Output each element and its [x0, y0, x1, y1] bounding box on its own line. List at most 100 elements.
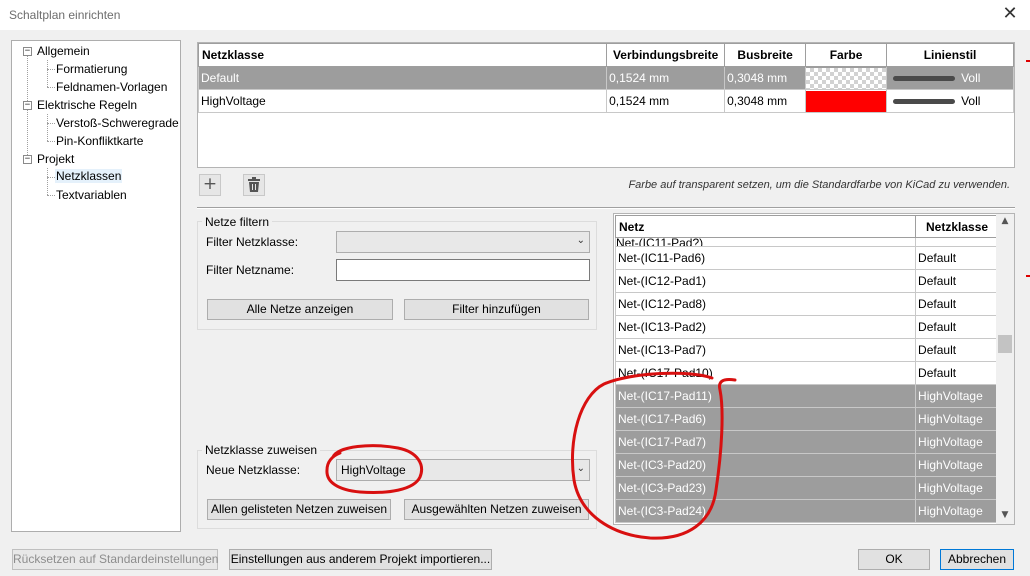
net-name[interactable]: Net-(IC3-Pad24) [614, 499, 917, 523]
chevron-down-icon: ⌄ [576, 235, 585, 246]
net-class[interactable]: HighVoltage [915, 499, 999, 523]
net-class[interactable]: Default [915, 269, 999, 293]
net-row[interactable]: Net-(IC3-Pad23) HighVoltage [614, 476, 999, 500]
line-style-cell[interactable]: Voll [886, 66, 1014, 90]
wire-width-cell[interactable]: 0,1524 mm [606, 66, 726, 90]
scroll-down-icon[interactable]: ▼ [996, 510, 1014, 524]
cancel-button[interactable]: Abbrechen [940, 549, 1014, 570]
net-row[interactable]: Net-(IC13-Pad7) Default [614, 338, 999, 362]
net-class[interactable]: Default [915, 246, 999, 270]
net-name[interactable]: Net-(IC12-Pad1) [614, 269, 917, 293]
import-settings-button[interactable]: Einstellungen aus anderem Projekt import… [229, 549, 492, 570]
add-netclass-button[interactable]: + [199, 174, 221, 196]
net-row[interactable]: Net-(IC17-Pad6) HighVoltage [614, 407, 999, 431]
net-name[interactable]: Net-(IC3-Pad20) [614, 453, 917, 477]
collapse-icon[interactable]: − [23, 47, 32, 56]
net-name[interactable]: Net-(IC11-Pad6) [614, 246, 917, 270]
net-class[interactable]: HighVoltage [915, 384, 999, 408]
net-row[interactable]: Net-(IC17-Pad11) HighVoltage [614, 384, 999, 408]
splitter[interactable] [197, 207, 1015, 209]
color-cell[interactable] [805, 89, 888, 113]
show-all-nets-button[interactable]: Alle Netze anzeigen [207, 299, 393, 320]
tree-item-netzklassen[interactable]: Netzklassen [55, 169, 123, 183]
net-row[interactable]: Net-(IC12-Pad8) Default [614, 292, 999, 316]
settings-tree[interactable]: − Allgemein Formatierung Feldnamen-Vorla… [11, 40, 181, 532]
scrollbar-thumb[interactable] [998, 335, 1012, 353]
delete-netclass-button[interactable] [243, 174, 265, 196]
tree-item-elektrische-regeln[interactable]: Elektrische Regeln [37, 98, 137, 112]
partial-net-cell: Net-(IC11-Pad?) [614, 237, 917, 247]
net-class[interactable]: Default [915, 361, 999, 385]
net-list-scrollbar[interactable]: ▲ ▼ [996, 214, 1014, 524]
assign-selected-nets-button[interactable]: Ausgewählten Netzen zuweisen [404, 499, 589, 520]
new-netclass-dropdown[interactable]: HighVoltage ⌄ [336, 459, 590, 481]
collapse-icon[interactable]: − [23, 101, 32, 110]
ok-button[interactable]: OK [858, 549, 930, 570]
net-row[interactable]: Net-(IC13-Pad2) Default [614, 315, 999, 339]
col-verbindungsbreite[interactable]: Verbindungsbreite [606, 43, 726, 67]
filter-netname-input[interactable] [336, 259, 590, 281]
tree-item-verstoss-schweregrade[interactable]: Verstoß-Schweregrade [56, 116, 179, 130]
net-name[interactable]: Net-(IC3-Pad23) [614, 476, 917, 500]
net-row[interactable]: Net-(IC12-Pad1) Default [614, 269, 999, 293]
color-hint: Farbe auf transparent setzen, um die Sta… [628, 179, 1010, 191]
netclass-name[interactable]: HighVoltage [197, 89, 608, 113]
netclass-grid[interactable]: Netzklasse Verbindungsbreite Busbreite F… [197, 42, 1015, 168]
col-netzklasse[interactable]: Netzklasse [197, 43, 608, 67]
col-linienstil[interactable]: Linienstil [886, 43, 1014, 67]
net-class[interactable]: HighVoltage [915, 453, 999, 477]
net-class[interactable]: Default [915, 338, 999, 362]
tree-item-projekt[interactable]: Projekt [37, 152, 74, 166]
netclass-row[interactable]: Default 0,1524 mm 0,3048 mm Voll [197, 66, 1014, 90]
net-class[interactable]: Default [915, 315, 999, 339]
netclass-name[interactable]: Default [197, 66, 608, 90]
net-list[interactable]: Netz Netzklasse Net-(IC11-Pad?) Net-(IC1… [613, 213, 1015, 525]
netclass-row[interactable]: HighVoltage 0,1524 mm 0,3048 mm Voll [197, 89, 1014, 113]
net-row[interactable]: Net-(IC11-Pad6) Default [614, 246, 999, 270]
col-net-netzklasse[interactable]: Netzklasse [915, 215, 999, 238]
line-style-cell[interactable]: Voll [886, 89, 1014, 113]
color-cell[interactable] [805, 66, 888, 90]
net-row[interactable]: Net-(IC17-Pad7) HighVoltage [614, 430, 999, 454]
tree-item-formatierung[interactable]: Formatierung [56, 62, 127, 76]
reset-defaults-button[interactable]: Rücksetzen auf Standardeinstellungen [12, 549, 218, 570]
trash-icon [248, 177, 260, 192]
net-name[interactable]: Net-(IC17-Pad7) [614, 430, 917, 454]
net-class[interactable]: HighVoltage [915, 430, 999, 454]
net-name[interactable]: Net-(IC17-Pad11) [614, 384, 917, 408]
window-title: Schaltplan einrichten [9, 8, 121, 22]
assign-listed-nets-button[interactable]: Allen gelisteten Netzen zuweisen [207, 499, 391, 520]
net-class[interactable]: HighVoltage [915, 476, 999, 500]
tree-item-allgemein[interactable]: Allgemein [37, 44, 90, 58]
tree-item-feldnamen-vorlagen[interactable]: Feldnamen-Vorlagen [56, 80, 167, 94]
col-netz[interactable]: Netz [614, 215, 917, 238]
scroll-up-icon[interactable]: ▲ [996, 216, 1014, 230]
net-class[interactable]: Default [915, 292, 999, 316]
net-row[interactable]: Net-(IC3-Pad24) HighVoltage [614, 499, 999, 523]
net-row[interactable]: Net-(IC3-Pad20) HighVoltage [614, 453, 999, 477]
filter-netclass-dropdown[interactable]: ⌄ [336, 231, 590, 253]
tree-connector [47, 141, 55, 142]
col-busbreite[interactable]: Busbreite [724, 43, 807, 67]
net-name[interactable]: Net-(IC17-Pad6) [614, 407, 917, 431]
close-icon[interactable]: ✕ [1000, 4, 1020, 24]
net-name[interactable]: Net-(IC12-Pad8) [614, 292, 917, 316]
tree-connector [47, 123, 55, 124]
net-name[interactable]: Net-(IC13-Pad7) [614, 338, 917, 362]
collapse-icon[interactable]: − [23, 155, 32, 164]
partial-row: Net-(IC11-Pad?) [614, 237, 999, 247]
net-row[interactable]: Net-(IC17-Pad10) Default [614, 361, 999, 385]
net-class[interactable]: HighVoltage [915, 407, 999, 431]
transparent-color-swatch[interactable] [806, 67, 887, 89]
tree-item-textvariablen[interactable]: Textvariablen [56, 188, 127, 202]
col-farbe[interactable]: Farbe [805, 43, 888, 67]
wire-width-cell[interactable]: 0,1524 mm [606, 89, 726, 113]
add-filter-button[interactable]: Filter hinzufügen [404, 299, 589, 320]
bus-width-cell[interactable]: 0,3048 mm [724, 66, 807, 90]
filter-netclass-label: Filter Netzklasse: [206, 235, 299, 249]
net-name[interactable]: Net-(IC17-Pad10) [614, 361, 917, 385]
tree-item-pin-konfliktkarte[interactable]: Pin-Konfliktkarte [56, 134, 143, 148]
net-name[interactable]: Net-(IC13-Pad2) [614, 315, 917, 339]
bus-width-cell[interactable]: 0,3048 mm [724, 89, 807, 113]
red-color-swatch[interactable] [806, 90, 887, 112]
